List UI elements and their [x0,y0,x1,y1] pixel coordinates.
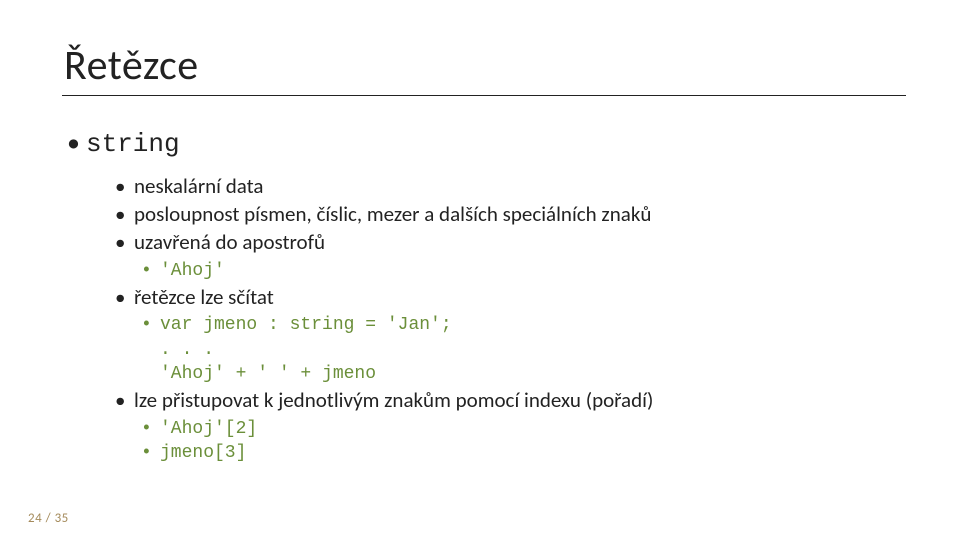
sub-neskalarni: neskalární data [112,172,896,200]
sub-apostrofy: uzavřená do apostrofů [112,228,896,256]
example-var: var jmeno : string = 'Jan'; . . . 'Ahoj'… [138,313,896,386]
page-sep: / [42,511,54,526]
sub-list: neskalární data posloupnost písmen, čísl… [112,172,896,466]
code-jmeno-index: jmeno[3] [138,441,896,465]
code-dots: . . . [138,338,896,362]
page-current: 24 [28,511,42,526]
example-ahoj: 'Ahoj' [138,259,896,283]
slide: Řetězce string neskalární data posloupno… [0,0,960,540]
sub-posloupnost: posloupnost písmen, číslic, mezer a dalš… [112,200,896,228]
bullet-list: string neskalární data posloupnost písme… [64,126,896,465]
page-footer: 24 / 35 [28,511,69,526]
code-ahoj: 'Ahoj' [138,259,896,283]
title-underline [62,95,906,96]
code-concat: 'Ahoj' + ' ' + jmeno [138,362,896,386]
sub-index: lze přistupovat k jednotlivým znakům pom… [112,386,896,414]
bullet-string-text: string [86,129,180,159]
page-total: 35 [55,511,69,526]
code-ahoj-index: 'Ahoj'[2] [138,417,896,441]
example-index: 'Ahoj'[2] jmeno[3] [138,417,896,466]
sub-scitat: řetězce lze sčítat [112,283,896,311]
code-var-jmeno: var jmeno : string = 'Jan'; [138,313,896,337]
slide-title: Řetězce [64,40,896,91]
bullet-string: string neskalární data posloupnost písme… [64,126,896,465]
